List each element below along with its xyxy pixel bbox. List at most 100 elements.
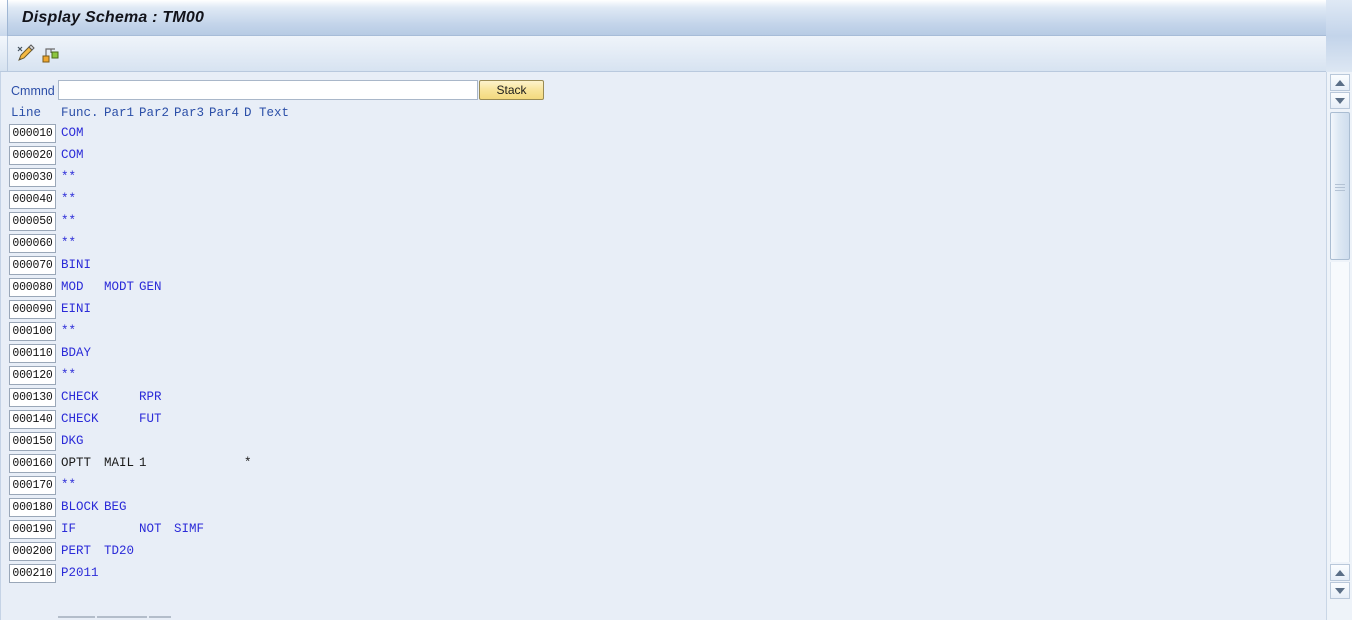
cell-par2[interactable]: NOT [139, 522, 162, 536]
cell-func[interactable]: OPTT [61, 456, 91, 470]
command-input[interactable] [58, 80, 478, 100]
table-row[interactable]: 000150 DKG [1, 432, 1327, 454]
table-row[interactable]: 000140 CHECK FUT [1, 410, 1327, 432]
table-row[interactable]: 000050 ** [1, 212, 1327, 234]
line-number-field[interactable]: 000070 [9, 256, 56, 275]
scroll-down-button-lower[interactable] [1330, 582, 1350, 599]
sap-window: Display Schema : TM00 © www.tutorialkart… [0, 0, 1352, 620]
line-number-field[interactable]: 000040 [9, 190, 56, 209]
table-row[interactable]: 000170 ** [1, 476, 1327, 498]
edit-pencil-icon[interactable] [16, 44, 38, 64]
line-number-field[interactable]: 000140 [9, 410, 56, 429]
table-row[interactable]: 000200 PERT TD20 [1, 542, 1327, 564]
scrollbar-track[interactable] [1330, 262, 1350, 562]
cell-par2[interactable]: RPR [139, 390, 162, 404]
line-number-field[interactable]: 000180 [9, 498, 56, 517]
cell-func[interactable]: P2011 [61, 566, 99, 580]
line-number-field[interactable]: 000110 [9, 344, 56, 363]
cell-par1[interactable]: TD20 [104, 544, 134, 558]
vertical-scrollbar[interactable] [1326, 72, 1352, 620]
line-number-field[interactable]: 000090 [9, 300, 56, 319]
cell-func[interactable]: ** [61, 236, 76, 250]
table-row[interactable]: 000130 CHECK RPR [1, 388, 1327, 410]
table-row[interactable]: 000020 COM [1, 146, 1327, 168]
window-title-bar: Display Schema : TM00 [0, 0, 1352, 36]
partial-linebox-stub [58, 616, 95, 620]
line-number-field[interactable]: 000160 [9, 454, 56, 473]
cell-func[interactable]: ** [61, 478, 76, 492]
structure-icon[interactable] [40, 44, 62, 64]
cell-par3[interactable]: SIMF [174, 522, 204, 536]
table-row[interactable]: 000110 BDAY [1, 344, 1327, 366]
cell-func[interactable]: MOD [61, 280, 84, 294]
line-number-field[interactable]: 000190 [9, 520, 56, 539]
cell-func[interactable]: DKG [61, 434, 84, 448]
cell-func[interactable]: BINI [61, 258, 91, 272]
cell-func[interactable]: BDAY [61, 346, 91, 360]
line-number-field[interactable]: 000120 [9, 366, 56, 385]
toolbar-right-filler [1326, 0, 1352, 72]
table-row[interactable]: 000040 ** [1, 190, 1327, 212]
table-row[interactable]: 000190 IF NOT SIMF [1, 520, 1327, 542]
cell-par1[interactable]: MODT [104, 280, 134, 294]
cell-func[interactable]: IF [61, 522, 76, 536]
cell-par2[interactable]: 1 [139, 456, 147, 470]
cell-par2[interactable]: FUT [139, 412, 162, 426]
table-row[interactable]: 000120 ** [1, 366, 1327, 388]
scrollbar-thumb-upper[interactable] [1330, 112, 1350, 260]
table-row[interactable]: 000180 BLOCK BEG [1, 498, 1327, 520]
cell-func[interactable]: BLOCK [61, 500, 99, 514]
cell-func[interactable]: ** [61, 324, 76, 338]
table-row[interactable]: 000210 P2011 [1, 564, 1327, 586]
cell-func[interactable]: PERT [61, 544, 91, 558]
table-row[interactable]: 000070 BINI [1, 256, 1327, 278]
cell-func[interactable]: COM [61, 148, 84, 162]
page-title: Display Schema : TM00 [22, 9, 205, 26]
chevron-up-icon [1335, 79, 1345, 86]
column-header-par4: Par4 [209, 106, 240, 120]
scroll-up-button-lower[interactable] [1330, 564, 1350, 581]
line-number-field[interactable]: 000200 [9, 542, 56, 561]
cell-par1[interactable]: BEG [104, 500, 127, 514]
chevron-down-icon [1335, 97, 1345, 104]
line-number-field[interactable]: 000150 [9, 432, 56, 451]
line-number-field[interactable]: 000130 [9, 388, 56, 407]
table-row[interactable]: 000090 EINI [1, 300, 1327, 322]
line-number-field[interactable]: 000080 [9, 278, 56, 297]
line-number-field[interactable]: 000210 [9, 564, 56, 583]
cell-func[interactable]: CHECK [61, 412, 99, 426]
title-bar-accent [0, 0, 8, 36]
partial-par-stub [149, 616, 171, 620]
schema-grid: Line Func. Par1 Par2 Par3 Par4 D Text 000010 COM… [1, 106, 1327, 620]
cell-func[interactable]: ** [61, 170, 76, 184]
table-row[interactable]: 000100 ** [1, 322, 1327, 344]
table-row[interactable]: 000080 MOD MODT GEN [1, 278, 1327, 300]
cell-par2[interactable]: GEN [139, 280, 162, 294]
cell-func[interactable]: COM [61, 126, 84, 140]
table-row[interactable]: 000160 OPTT MAIL 1 * [1, 454, 1327, 476]
line-number-field[interactable]: 000100 [9, 322, 56, 341]
line-number-field[interactable]: 000060 [9, 234, 56, 253]
line-number-field[interactable]: 000050 [9, 212, 56, 231]
table-row[interactable]: 000010 COM [1, 124, 1327, 146]
line-number-field[interactable]: 000020 [9, 146, 56, 165]
cell-func[interactable]: CHECK [61, 390, 99, 404]
cell-d[interactable]: * [244, 456, 252, 470]
line-number-field[interactable]: 000030 [9, 168, 56, 187]
partial-func-stub [97, 616, 147, 620]
table-row[interactable]: 000030 ** [1, 168, 1327, 190]
cell-par1[interactable]: MAIL [104, 456, 134, 470]
stack-button[interactable]: Stack [479, 80, 544, 100]
scroll-down-button[interactable] [1330, 92, 1350, 109]
line-number-field[interactable]: 000010 [9, 124, 56, 143]
scroll-up-button[interactable] [1330, 74, 1350, 91]
cell-func[interactable]: ** [61, 368, 76, 382]
column-header-func: Func. [61, 106, 99, 120]
cell-func[interactable]: ** [61, 214, 76, 228]
table-row[interactable]: 000060 ** [1, 234, 1327, 256]
column-header-d: D [244, 106, 252, 120]
cell-func[interactable]: ** [61, 192, 76, 206]
cell-func[interactable]: EINI [61, 302, 91, 316]
line-number-field[interactable]: 000170 [9, 476, 56, 495]
command-row: Cmmnd Stack [1, 80, 1327, 104]
